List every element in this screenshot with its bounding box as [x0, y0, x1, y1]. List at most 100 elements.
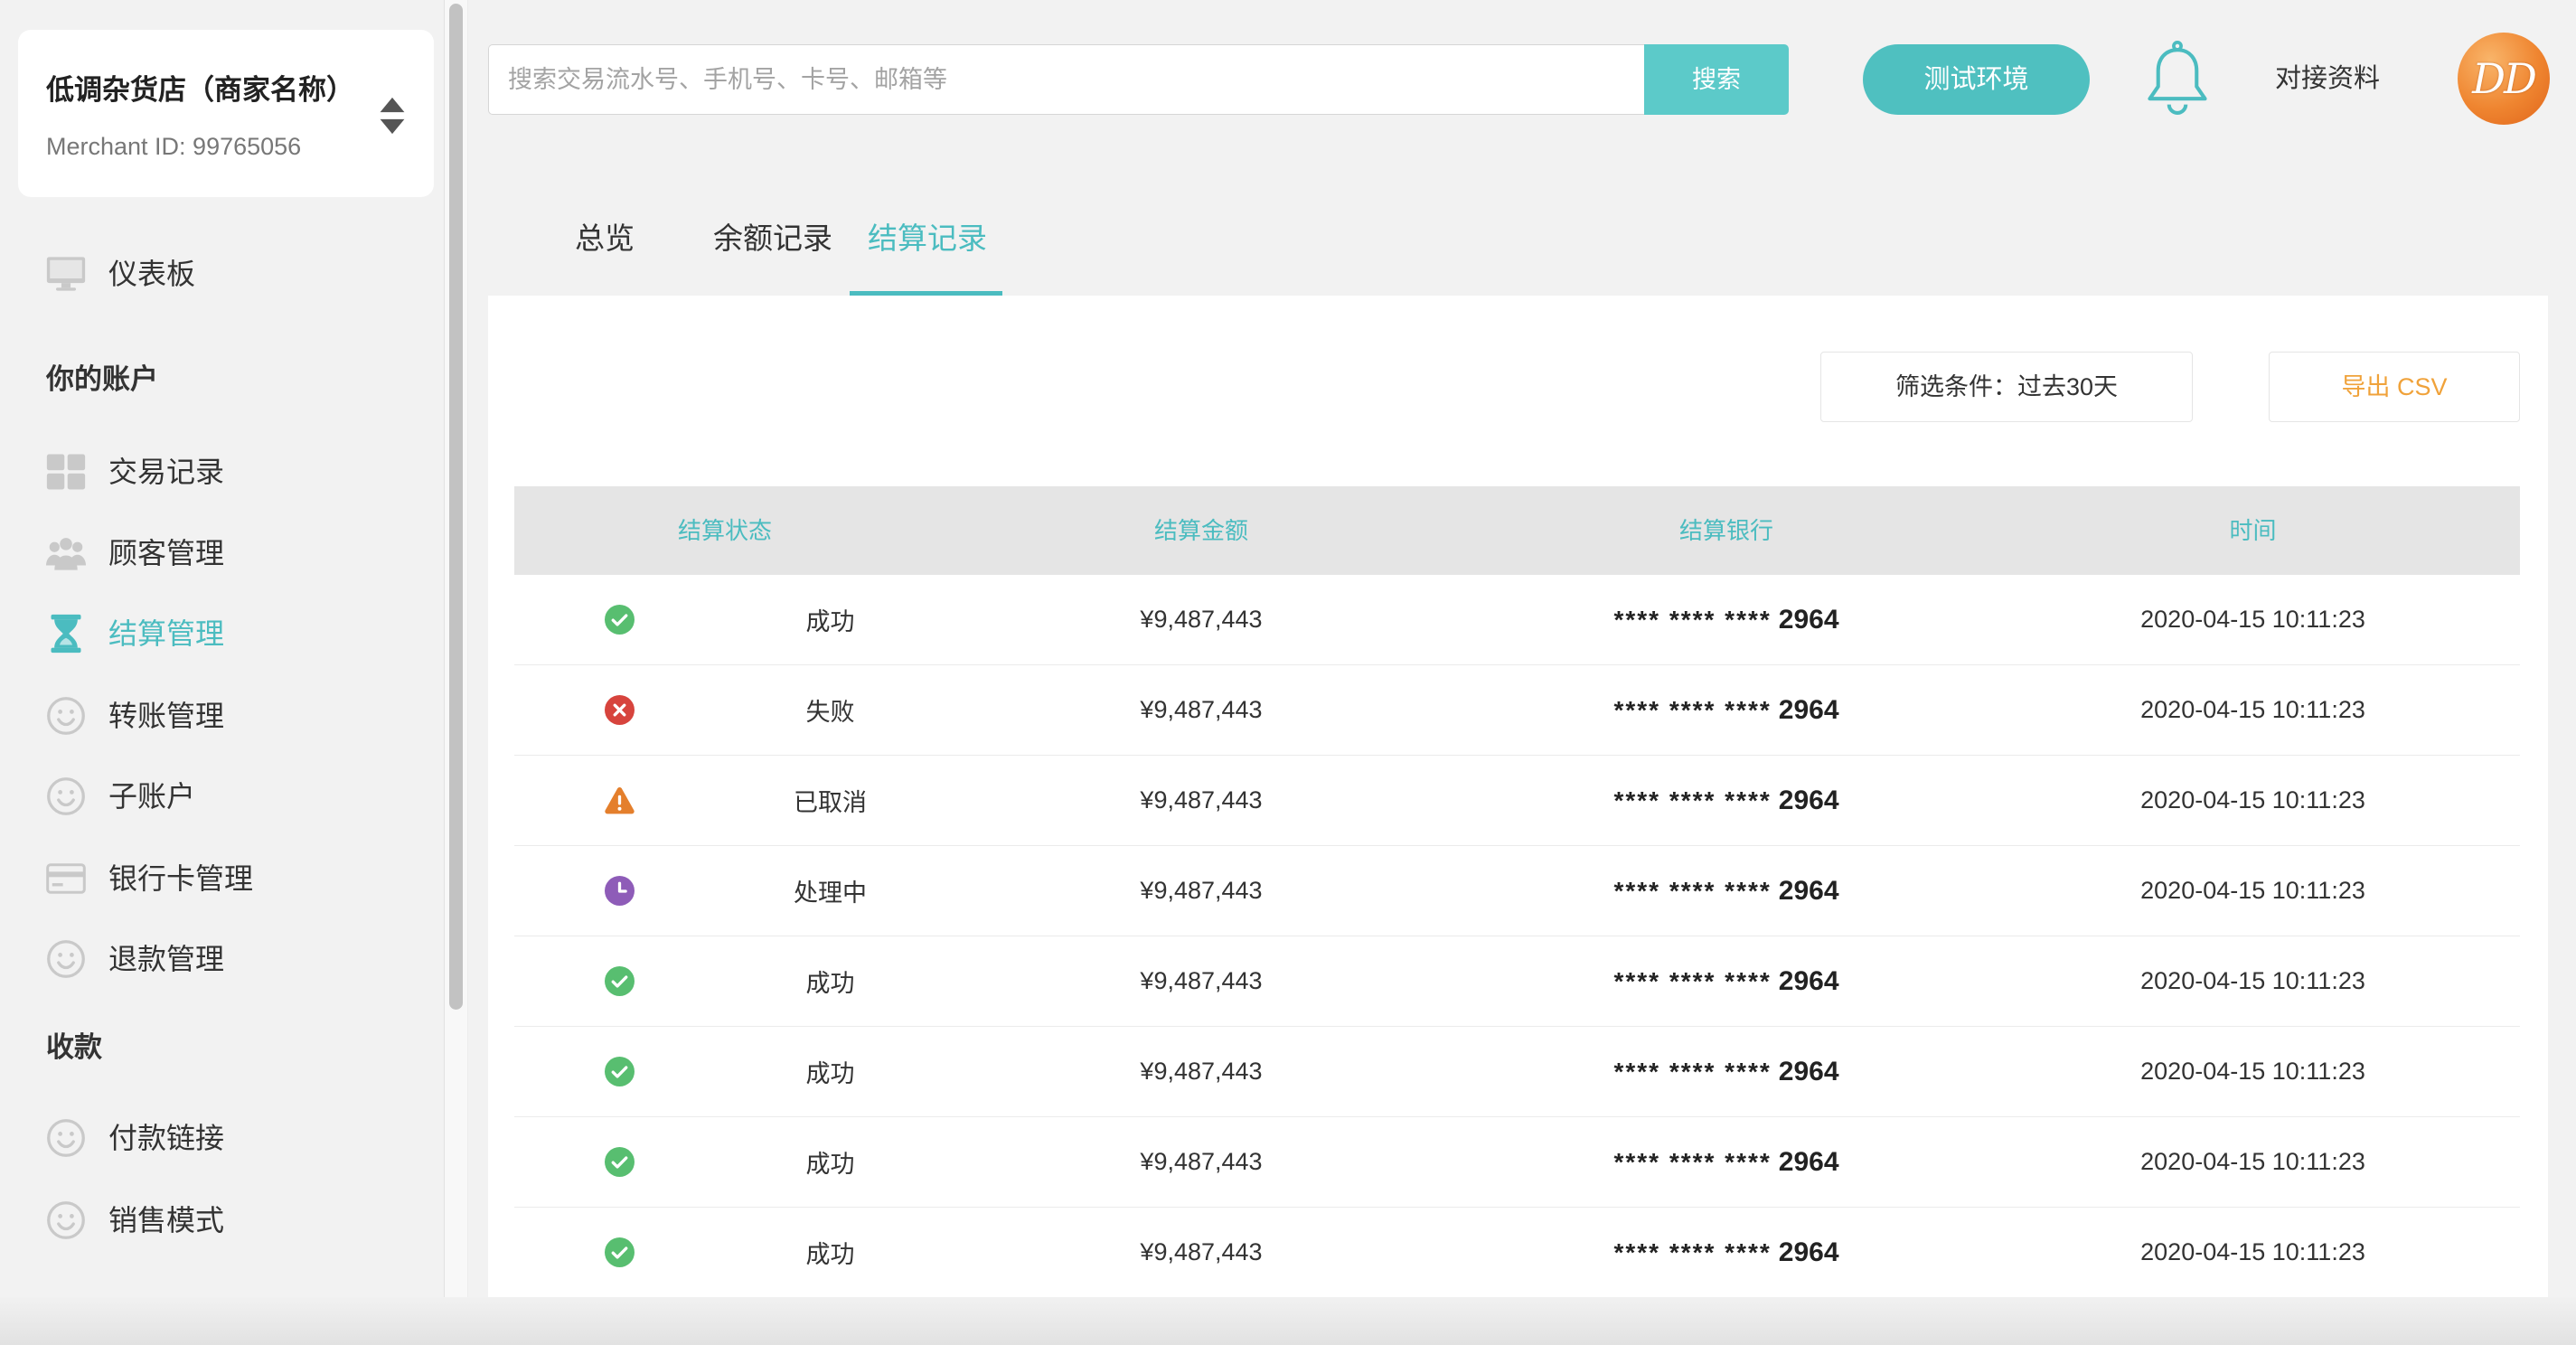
tab-settlement-records[interactable]: 结算记录: [868, 217, 987, 260]
bank-last4: 2964: [1778, 604, 1839, 635]
settlement-time: 2020-04-15 10:11:23: [2140, 967, 2365, 994]
settlement-time: 2020-04-15 10:11:23: [2140, 1148, 2365, 1175]
sidebar-item-transactions[interactable]: 交易记录: [0, 447, 443, 497]
avatar[interactable]: DD: [2458, 33, 2550, 125]
bank-account: **** **** **** 2964: [1467, 846, 1986, 936]
sidebar-item-label: 交易记录: [108, 456, 225, 488]
credit-card-icon: [46, 859, 86, 898]
bank-account: **** **** **** 2964: [1467, 575, 1986, 664]
smiley-icon: [46, 1118, 86, 1158]
status-icon-cell: [514, 846, 725, 936]
hourglass-icon: [46, 614, 86, 654]
settlement-time: 2020-04-15 10:11:23: [2140, 606, 2365, 633]
sidebar-item-payment-links[interactable]: 付款链接: [0, 1113, 443, 1163]
column-header-time: 时间: [2229, 517, 2277, 544]
test-environment-button[interactable]: 测试环境: [1863, 44, 2090, 115]
sidebar-item-label: 转账管理: [108, 700, 225, 732]
table-header: 结算状态 结算金额 结算银行 时间: [514, 486, 2520, 575]
settlement-time: 2020-04-15 10:11:23: [2140, 1238, 2365, 1265]
scrollbar-thumb[interactable]: [449, 4, 463, 1010]
bank-mask: **** **** ****: [1613, 966, 1772, 995]
sidebar-item-settlements[interactable]: 结算管理: [0, 608, 443, 659]
sidebar-section-title: 收款: [46, 1031, 102, 1063]
bank-last4: 2964: [1778, 1146, 1839, 1177]
monitor-icon: [46, 254, 86, 294]
sidebar-item-label: 仪表板: [108, 258, 196, 290]
sidebar-item-dashboard[interactable]: 仪表板: [0, 249, 443, 299]
tab-overview[interactable]: 总览: [575, 217, 635, 260]
column-header-status: 结算状态: [677, 517, 772, 544]
settlement-table: 结算状态 结算金额 结算银行 时间 成功 ¥9,487,443 **** ***…: [514, 486, 2520, 1297]
status-icon-cell: [514, 756, 725, 845]
check-circle-icon: [605, 1237, 635, 1267]
status-text: 处理中: [794, 879, 867, 907]
smiley-icon: [46, 696, 86, 736]
bank-last4: 2964: [1778, 694, 1839, 725]
status-text: 成功: [805, 1060, 855, 1087]
users-icon: [46, 533, 86, 573]
settlement-time: 2020-04-15 10:11:23: [2140, 786, 2365, 814]
amount: ¥9,487,443: [1140, 1148, 1263, 1175]
table-row[interactable]: 成功 ¥9,487,443 **** **** **** 2964 2020-04…: [514, 575, 2520, 665]
table-row[interactable]: 失败 ¥9,487,443 **** **** **** 2964 2020-04…: [514, 665, 2520, 756]
status-icon-cell: [514, 1117, 725, 1207]
table-row[interactable]: 已取消 ¥9,487,443 **** **** **** 2964 2020-0…: [514, 756, 2520, 846]
bank-mask: **** **** ****: [1613, 876, 1772, 905]
column-header-bank: 结算银行: [1678, 517, 1773, 544]
table-row[interactable]: 处理中 ¥9,487,443 **** **** **** 2964 2020-0…: [514, 846, 2520, 936]
table-row[interactable]: 成功 ¥9,487,443 **** **** **** 2964 2020-04…: [514, 936, 2520, 1027]
table-row[interactable]: 成功 ¥9,487,443 **** **** **** 2964 2020-04…: [514, 1208, 2520, 1297]
warning-triangle-icon: [605, 785, 635, 815]
avatar-initials: DD: [2472, 54, 2537, 103]
amount: ¥9,487,443: [1140, 786, 1263, 814]
integration-docs-link[interactable]: 对接资料: [2275, 59, 2380, 99]
status-text: 已取消: [794, 789, 867, 816]
sidebar-item-label: 销售模式: [108, 1204, 225, 1237]
status-text: 成功: [805, 608, 855, 635]
column-header-amount: 结算金额: [1153, 517, 1248, 544]
sidebar-item-label: 子账户: [108, 780, 196, 813]
table-row[interactable]: 成功 ¥9,487,443 **** **** **** 2964 2020-04…: [514, 1027, 2520, 1117]
amount: ¥9,487,443: [1140, 967, 1263, 994]
sidebar-item-sales-mode[interactable]: 销售模式: [0, 1195, 443, 1246]
settlement-time: 2020-04-15 10:11:23: [2140, 696, 2365, 723]
merchant-switcher[interactable]: 低调杂货店（商家名称） Merchant ID: 99765056: [18, 30, 434, 197]
bell-icon[interactable]: [2144, 40, 2211, 118]
sidebar-section-title: 你的账户: [46, 363, 158, 395]
status-text: 成功: [805, 970, 855, 997]
bank-last4: 2964: [1778, 875, 1839, 906]
check-circle-icon: [605, 605, 635, 635]
sidebar-item-customers[interactable]: 顾客管理: [0, 528, 443, 578]
bank-last4: 2964: [1778, 1056, 1839, 1086]
bank-account: **** **** **** 2964: [1467, 936, 1986, 1026]
sidebar-item-bank-cards[interactable]: 银行卡管理: [0, 853, 443, 904]
amount: ¥9,487,443: [1140, 1238, 1263, 1265]
amount: ¥9,487,443: [1140, 1058, 1263, 1085]
smiley-icon: [46, 939, 86, 979]
merchant-name: 低调杂货店（商家名称）: [46, 74, 354, 106]
sidebar-item-sub-accounts[interactable]: 子账户: [0, 771, 443, 822]
search-box: [488, 44, 1644, 115]
sidebar-item-refunds[interactable]: 退款管理: [0, 934, 443, 984]
bank-account: **** **** **** 2964: [1467, 665, 1986, 755]
smiley-icon: [46, 1200, 86, 1240]
sidebar-scrollbar[interactable]: [444, 0, 468, 1297]
sidebar-item-label: 付款链接: [108, 1122, 225, 1154]
sidebar-item-transfers[interactable]: 转账管理: [0, 691, 443, 741]
status-text: 失败: [805, 699, 855, 726]
bank-mask: **** **** ****: [1613, 1237, 1772, 1266]
bank-mask: **** **** ****: [1613, 1147, 1772, 1176]
export-csv-button[interactable]: 导出 CSV: [2269, 352, 2520, 422]
amount: ¥9,487,443: [1140, 696, 1263, 723]
bank-account: **** **** **** 2964: [1467, 1027, 1986, 1116]
merchant-id: Merchant ID: 99765056: [46, 133, 302, 160]
status-text: 成功: [805, 1151, 855, 1178]
search-input[interactable]: [489, 45, 1644, 114]
filter-button[interactable]: 筛选条件：过去30天: [1820, 352, 2193, 422]
sort-arrows-icon[interactable]: [378, 95, 407, 136]
table-row[interactable]: 成功 ¥9,487,443 **** **** **** 2964 2020-04…: [514, 1117, 2520, 1208]
status-icon-cell: [514, 1208, 725, 1297]
search-button[interactable]: 搜索: [1644, 44, 1789, 115]
tab-balance-records[interactable]: 余额记录: [713, 217, 832, 260]
clock-circle-icon: [605, 876, 635, 906]
